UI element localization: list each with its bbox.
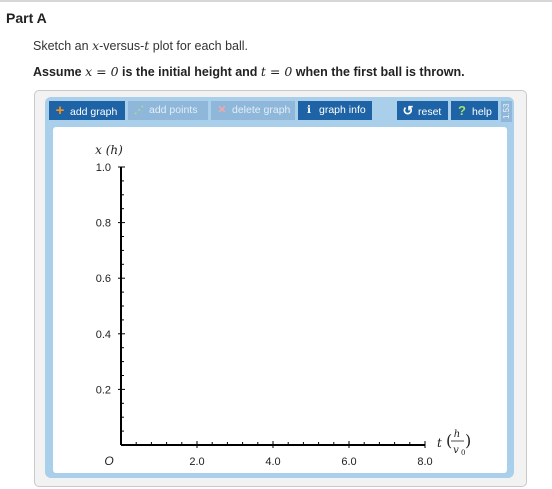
x-axis-label-numerator: h — [454, 429, 460, 440]
x-icon: ✕ — [217, 104, 227, 116]
x-tick-label: 2.0 — [189, 456, 204, 468]
delete-graph-button[interactable]: ✕ delete graph — [211, 101, 295, 120]
x-tick-label: 4.0 — [265, 456, 280, 468]
x-axis-label-denominator: v — [453, 445, 459, 456]
instruction-sketch: Sketch an x-versus-t plot for each ball. — [33, 38, 248, 53]
y-tick-label: 0.6 — [96, 273, 111, 285]
x-axis-label-subscript: 0 — [461, 449, 465, 457]
graphing-widget: + add graph ⋰ add points ✕ delete graph i gr… — [34, 90, 527, 487]
instruction-assume: Assume x = 0 is the initial height and t… — [33, 64, 465, 79]
help-button[interactable]: ? help — [451, 101, 498, 120]
add-graph-button[interactable]: + add graph — [49, 101, 125, 120]
part-title: Part A — [6, 10, 47, 26]
info-icon: i — [307, 104, 311, 116]
origin-label: O — [104, 454, 113, 468]
graph-svg: 1.0 0.8 0.6 0.4 0.2 2.0 4.0 6.0 8.0 Ox (h) t (hv 0) — [95, 143, 471, 468]
x-axis-label-paren-close: ) — [465, 431, 471, 450]
graph-info-button[interactable]: i graph info — [298, 101, 372, 120]
points-icon: ⋰ — [134, 105, 144, 116]
y-tick-label: 1.0 — [96, 162, 111, 174]
y-tick-label: 0.8 — [96, 218, 111, 230]
reset-icon: ↺ — [402, 103, 414, 118]
version-label: 1.53 — [501, 101, 512, 122]
x-tick-label: 6.0 — [341, 456, 356, 468]
graph-panel: + add graph ⋰ add points ✕ delete graph i gr… — [45, 97, 514, 478]
x-axis-label-paren-open: ( — [446, 431, 452, 450]
add-points-button[interactable]: ⋰ add points — [128, 101, 208, 120]
x-tick-label: 8.0 — [417, 456, 432, 468]
reset-button[interactable]: ↺ reset — [397, 101, 448, 120]
plus-icon: + — [55, 102, 65, 119]
y-tick-label: 0.4 — [96, 329, 111, 341]
graph-canvas[interactable]: 1.0 0.8 0.6 0.4 0.2 2.0 4.0 6.0 8.0 Ox (h) t (h v 0) — [53, 127, 507, 473]
top-divider — [0, 0, 552, 2]
y-axis-label: x (h) — [95, 143, 123, 157]
y-tick-label: 0.2 — [96, 384, 111, 396]
question-icon: ? — [458, 103, 466, 118]
x-axis-label-t: t — [437, 436, 442, 450]
